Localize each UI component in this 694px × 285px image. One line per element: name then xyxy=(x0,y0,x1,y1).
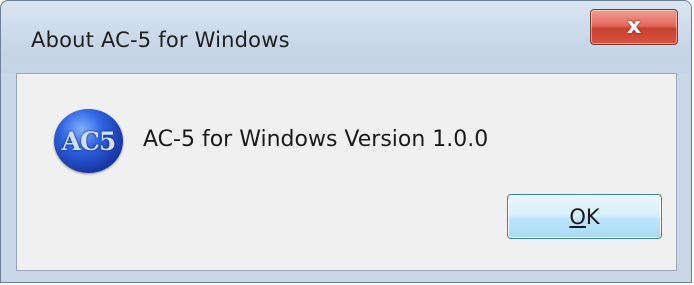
about-dialog-window: About AC-5 for Windows x AC5 AC-5 for Wi… xyxy=(0,0,692,283)
window-title: About AC-5 for Windows xyxy=(31,28,290,52)
version-text: AC-5 for Windows Version 1.0.0 xyxy=(143,127,489,152)
ok-button[interactable]: OK xyxy=(507,194,662,239)
close-icon: x xyxy=(626,14,642,39)
title-bar[interactable]: About AC-5 for Windows x xyxy=(1,1,691,73)
ok-button-label: K xyxy=(585,204,600,229)
logo-text: AC5 xyxy=(61,126,117,156)
ok-button-mnemonic: O xyxy=(569,204,586,229)
dialog-content: AC5 AC-5 for Windows Version 1.0.0 OK xyxy=(16,73,677,271)
close-button[interactable]: x xyxy=(590,9,678,45)
ac5-logo-icon: AC5 xyxy=(54,109,123,173)
